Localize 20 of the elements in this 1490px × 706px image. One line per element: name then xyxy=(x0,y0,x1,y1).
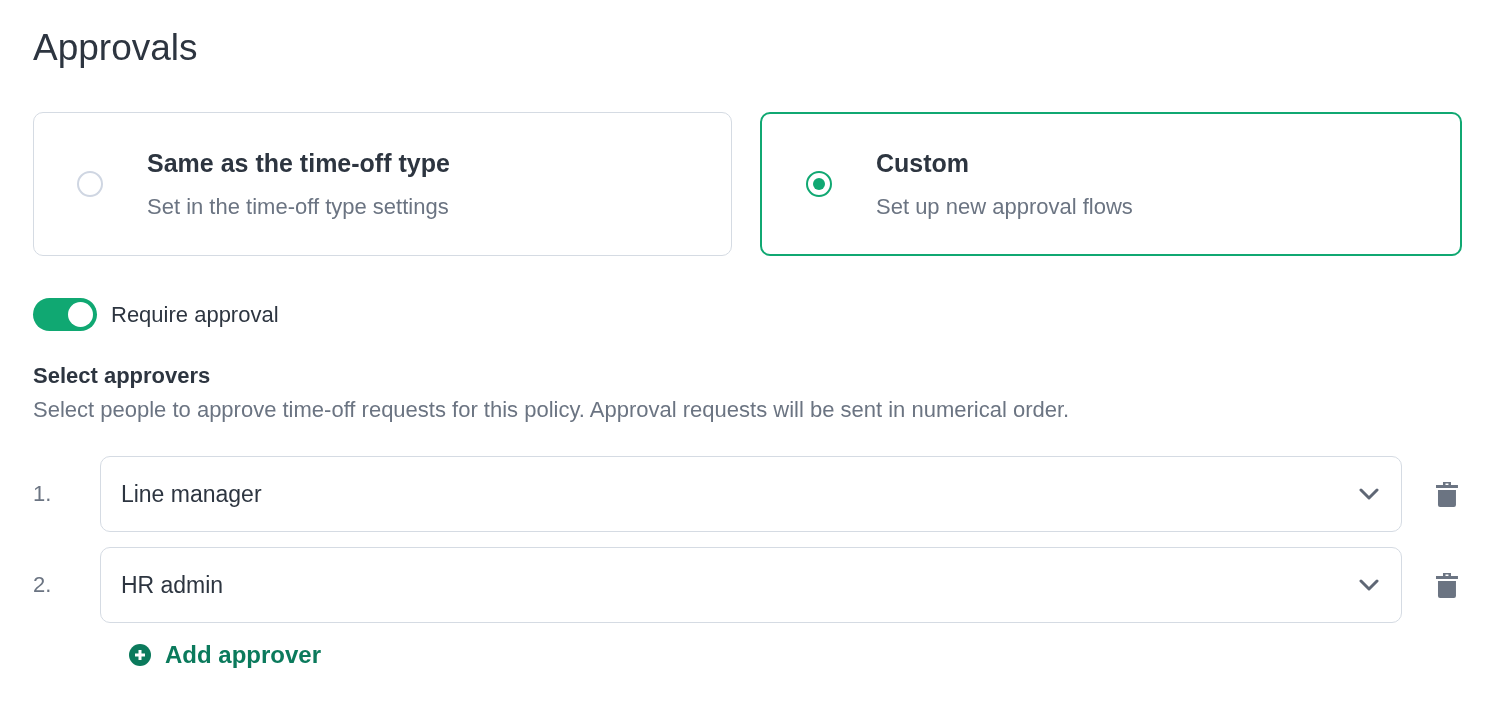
option-card[interactable]: Custom Set up new approval flows xyxy=(760,112,1462,256)
approver-dropdown[interactable]: Line manager xyxy=(99,456,1403,532)
section-description: Select people to approve time-off requests for this policy. Approval requests will be sent in numerical order. xyxy=(33,397,1071,423)
option-subtitle: Set in the time-off type settings xyxy=(147,193,450,220)
page-title: Approvals xyxy=(33,26,199,70)
chevron-down-icon xyxy=(1359,488,1380,500)
option-title: Custom xyxy=(876,148,971,178)
option-subtitle: Set up new approval flows xyxy=(876,193,1133,220)
option-title: Same as the time-off type xyxy=(147,148,450,178)
approver-dropdown[interactable]: HR admin xyxy=(99,547,1403,623)
add-approver-button[interactable]: Add approver xyxy=(129,641,322,669)
row-number: 1. xyxy=(33,481,53,507)
chevron-down-icon xyxy=(1359,579,1380,591)
toggle-switch[interactable] xyxy=(33,298,97,331)
option-card[interactable]: Same as the time-off type Set in the time-off type settings xyxy=(33,112,732,256)
plus-circle-icon xyxy=(129,644,151,666)
section-heading: Select approvers xyxy=(33,363,212,389)
toggle-label: Require approval xyxy=(111,301,279,328)
row-number: 2. xyxy=(33,572,53,598)
radio-button[interactable] xyxy=(806,171,832,197)
